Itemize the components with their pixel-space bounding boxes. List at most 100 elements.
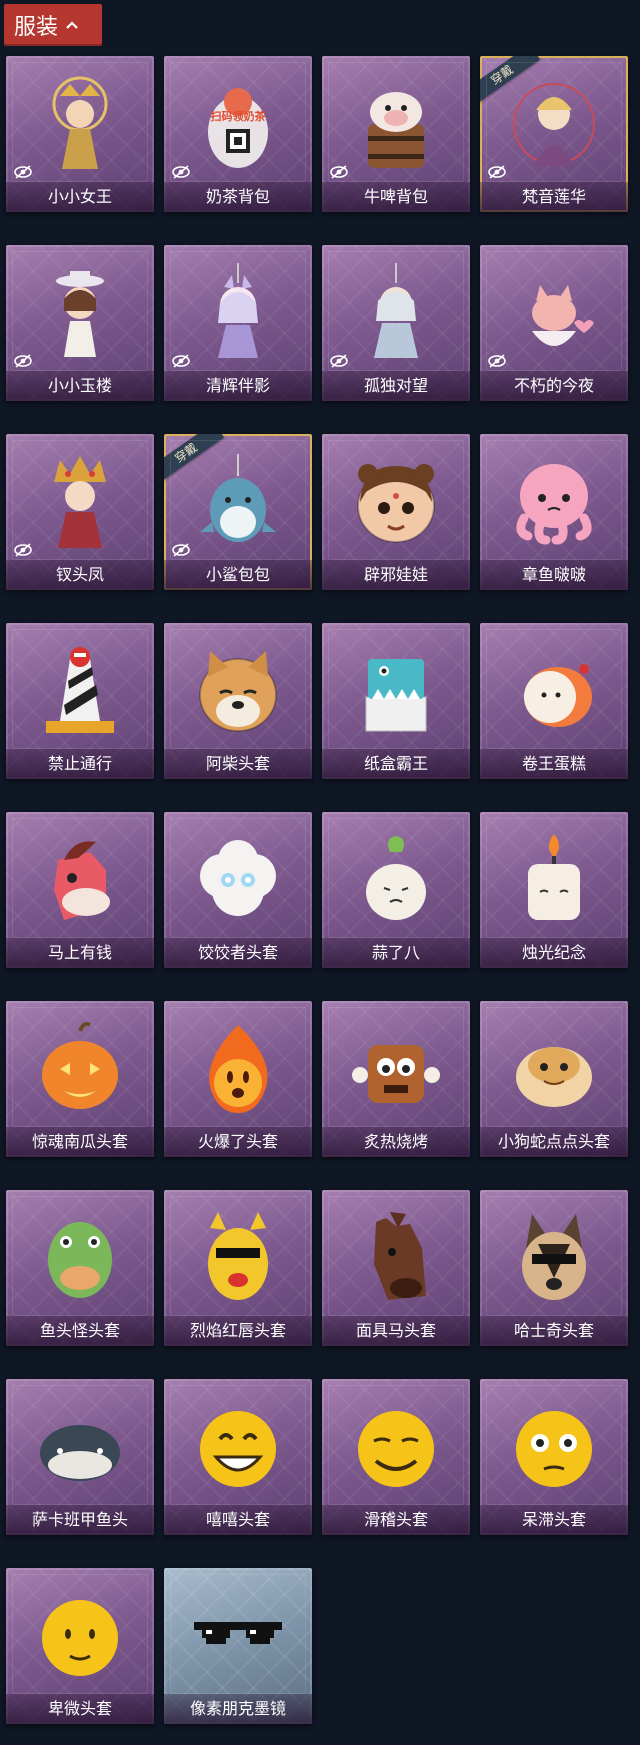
hidden-eye-icon[interactable] [330, 354, 348, 368]
costume-name: 孤独对望 [322, 371, 470, 401]
costume-card[interactable]: 小小玉楼 [6, 245, 154, 401]
hidden-eye-icon[interactable] [330, 165, 348, 179]
garlic-icon [346, 830, 446, 930]
traffic-cone-icon [30, 641, 130, 741]
costume-card[interactable]: 穿戴 小鲨包包 [164, 434, 312, 590]
costume-card[interactable]: 卷王蛋糕 [480, 623, 628, 779]
costume-category-dropdown[interactable]: 服装 [4, 4, 102, 46]
costume-name: 烛光纪念 [480, 938, 628, 968]
costume-name: 鱼头怪头套 [6, 1316, 154, 1346]
costume-card[interactable]: 呆滞头套 [480, 1379, 628, 1535]
costume-card[interactable]: 像素朋克墨镜 [164, 1568, 312, 1724]
milk-tea-backpack-icon: 扫码领奶茶 [188, 74, 288, 174]
costume-card[interactable]: 穿戴 梵音莲华 [480, 56, 628, 212]
costume-card[interactable]: 孤独对望 [322, 245, 470, 401]
candle-icon [504, 830, 604, 930]
costume-name: 像素朋克墨镜 [164, 1694, 312, 1724]
costume-card[interactable]: 烛光纪念 [480, 812, 628, 968]
costume-card[interactable]: 扫码领奶茶 奶茶背包 [164, 56, 312, 212]
costume-name: 小狗蛇点点头套 [480, 1127, 628, 1157]
octopus-head-icon [504, 452, 604, 552]
hidden-eye-icon[interactable] [14, 543, 32, 557]
costume-name: 阿柴头套 [164, 749, 312, 779]
costume-card[interactable]: 辟邪娃娃 [322, 434, 470, 590]
hidden-eye-icon[interactable] [172, 543, 190, 557]
phoenix-crown-figurine-icon [30, 452, 130, 552]
costume-name: 卑微头套 [6, 1694, 154, 1724]
whale-fish-icon [30, 1397, 130, 1497]
costume-name: 不朽的今夜 [480, 371, 628, 401]
box-dino-icon [346, 641, 446, 741]
costume-name: 小鲨包包 [164, 560, 312, 590]
costume-card[interactable]: 清辉伴影 [164, 245, 312, 401]
costume-card[interactable]: 卑微头套 [6, 1568, 154, 1724]
costume-name: 卷王蛋糕 [480, 749, 628, 779]
category-title: 服装 [14, 15, 59, 40]
costume-name: 小小玉楼 [6, 371, 154, 401]
fox-teacup-icon [504, 263, 604, 363]
jade-tower-figurine-icon [30, 263, 130, 363]
costume-name: 惊魂南瓜头套 [6, 1127, 154, 1157]
costume-card[interactable]: 嘻嘻头套 [164, 1379, 312, 1535]
shark-bag-icon [188, 452, 288, 552]
grin-emoji-icon [188, 1397, 288, 1497]
costume-grid: 小小女王 扫码领奶茶奶茶背包 牛啤背包 穿戴 梵音莲华 小小玉楼 清辉伴影 孤独对… [6, 56, 628, 1724]
costume-name: 火爆了头套 [164, 1127, 312, 1157]
art-caption: 扫码领奶茶 [210, 110, 266, 123]
hidden-eye-icon[interactable] [14, 354, 32, 368]
costume-card[interactable]: 滑稽头套 [322, 1379, 470, 1535]
costume-name: 牛啤背包 [322, 182, 470, 212]
costume-name: 面具马头套 [322, 1316, 470, 1346]
hidden-eye-icon[interactable] [488, 354, 506, 368]
costume-card[interactable]: 惊魂南瓜头套 [6, 1001, 154, 1157]
costume-card[interactable]: 萨卡班甲鱼头 [6, 1379, 154, 1535]
cow-beer-backpack-icon [346, 74, 446, 174]
costume-card[interactable]: 纸盒霸王 [322, 623, 470, 779]
hidden-eye-icon[interactable] [14, 165, 32, 179]
costume-name: 炙热烧烤 [322, 1127, 470, 1157]
costume-name: 纸盒霸王 [322, 749, 470, 779]
costume-card[interactable]: 烈焰红唇头套 [164, 1190, 312, 1346]
costume-name: 奶茶背包 [164, 182, 312, 212]
costume-name: 饺饺者头套 [164, 938, 312, 968]
costume-card[interactable]: 小狗蛇点点头套 [480, 1001, 628, 1157]
costume-card[interactable]: 章鱼啵啵 [480, 434, 628, 590]
costume-card[interactable]: 马上有钱 [6, 812, 154, 968]
humble-emoji-icon [30, 1586, 130, 1686]
horse-mask-icon [346, 1208, 446, 1308]
shiba-head-icon [188, 641, 288, 741]
hidden-eye-icon[interactable] [488, 165, 506, 179]
queen-figurine-icon [30, 74, 130, 174]
costume-card[interactable]: 小小女王 [6, 56, 154, 212]
costume-card[interactable]: 鱼头怪头套 [6, 1190, 154, 1346]
hidden-eye-icon[interactable] [172, 165, 190, 179]
bbq-meat-icon [346, 1019, 446, 1119]
costume-name: 烈焰红唇头套 [164, 1316, 312, 1346]
costume-card[interactable]: 饺饺者头套 [164, 812, 312, 968]
pixel-sunglasses-icon [188, 1586, 288, 1686]
costume-card[interactable]: 蒜了八 [322, 812, 470, 968]
costume-card[interactable]: 阿柴头套 [164, 623, 312, 779]
costume-name: 蒜了八 [322, 938, 470, 968]
lonely-gaze-figurine-icon [346, 263, 446, 363]
yellow-lips-icon [188, 1208, 288, 1308]
costume-card[interactable]: 哈士奇头套 [480, 1190, 628, 1346]
hidden-eye-icon[interactable] [172, 354, 190, 368]
costume-card[interactable]: 禁止通行 [6, 623, 154, 779]
costume-card[interactable]: 面具马头套 [322, 1190, 470, 1346]
cloud-dumpling-icon [188, 830, 288, 930]
lotus-figurine-icon [504, 74, 604, 174]
chevron-up-icon [66, 21, 78, 29]
costume-card[interactable]: 不朽的今夜 [480, 245, 628, 401]
costume-card[interactable]: 牛啤背包 [322, 56, 470, 212]
fire-spirit-icon [188, 1019, 288, 1119]
costume-name: 章鱼啵啵 [480, 560, 628, 590]
funny-emoji-icon [346, 1397, 446, 1497]
costume-card[interactable]: 火爆了头套 [164, 1001, 312, 1157]
costume-name: 嘻嘻头套 [164, 1505, 312, 1535]
costume-name: 滑稽头套 [322, 1505, 470, 1535]
moonlight-figurine-icon [188, 263, 288, 363]
fish-monster-icon [30, 1208, 130, 1308]
costume-card[interactable]: 钗头凤 [6, 434, 154, 590]
costume-card[interactable]: 炙热烧烤 [322, 1001, 470, 1157]
